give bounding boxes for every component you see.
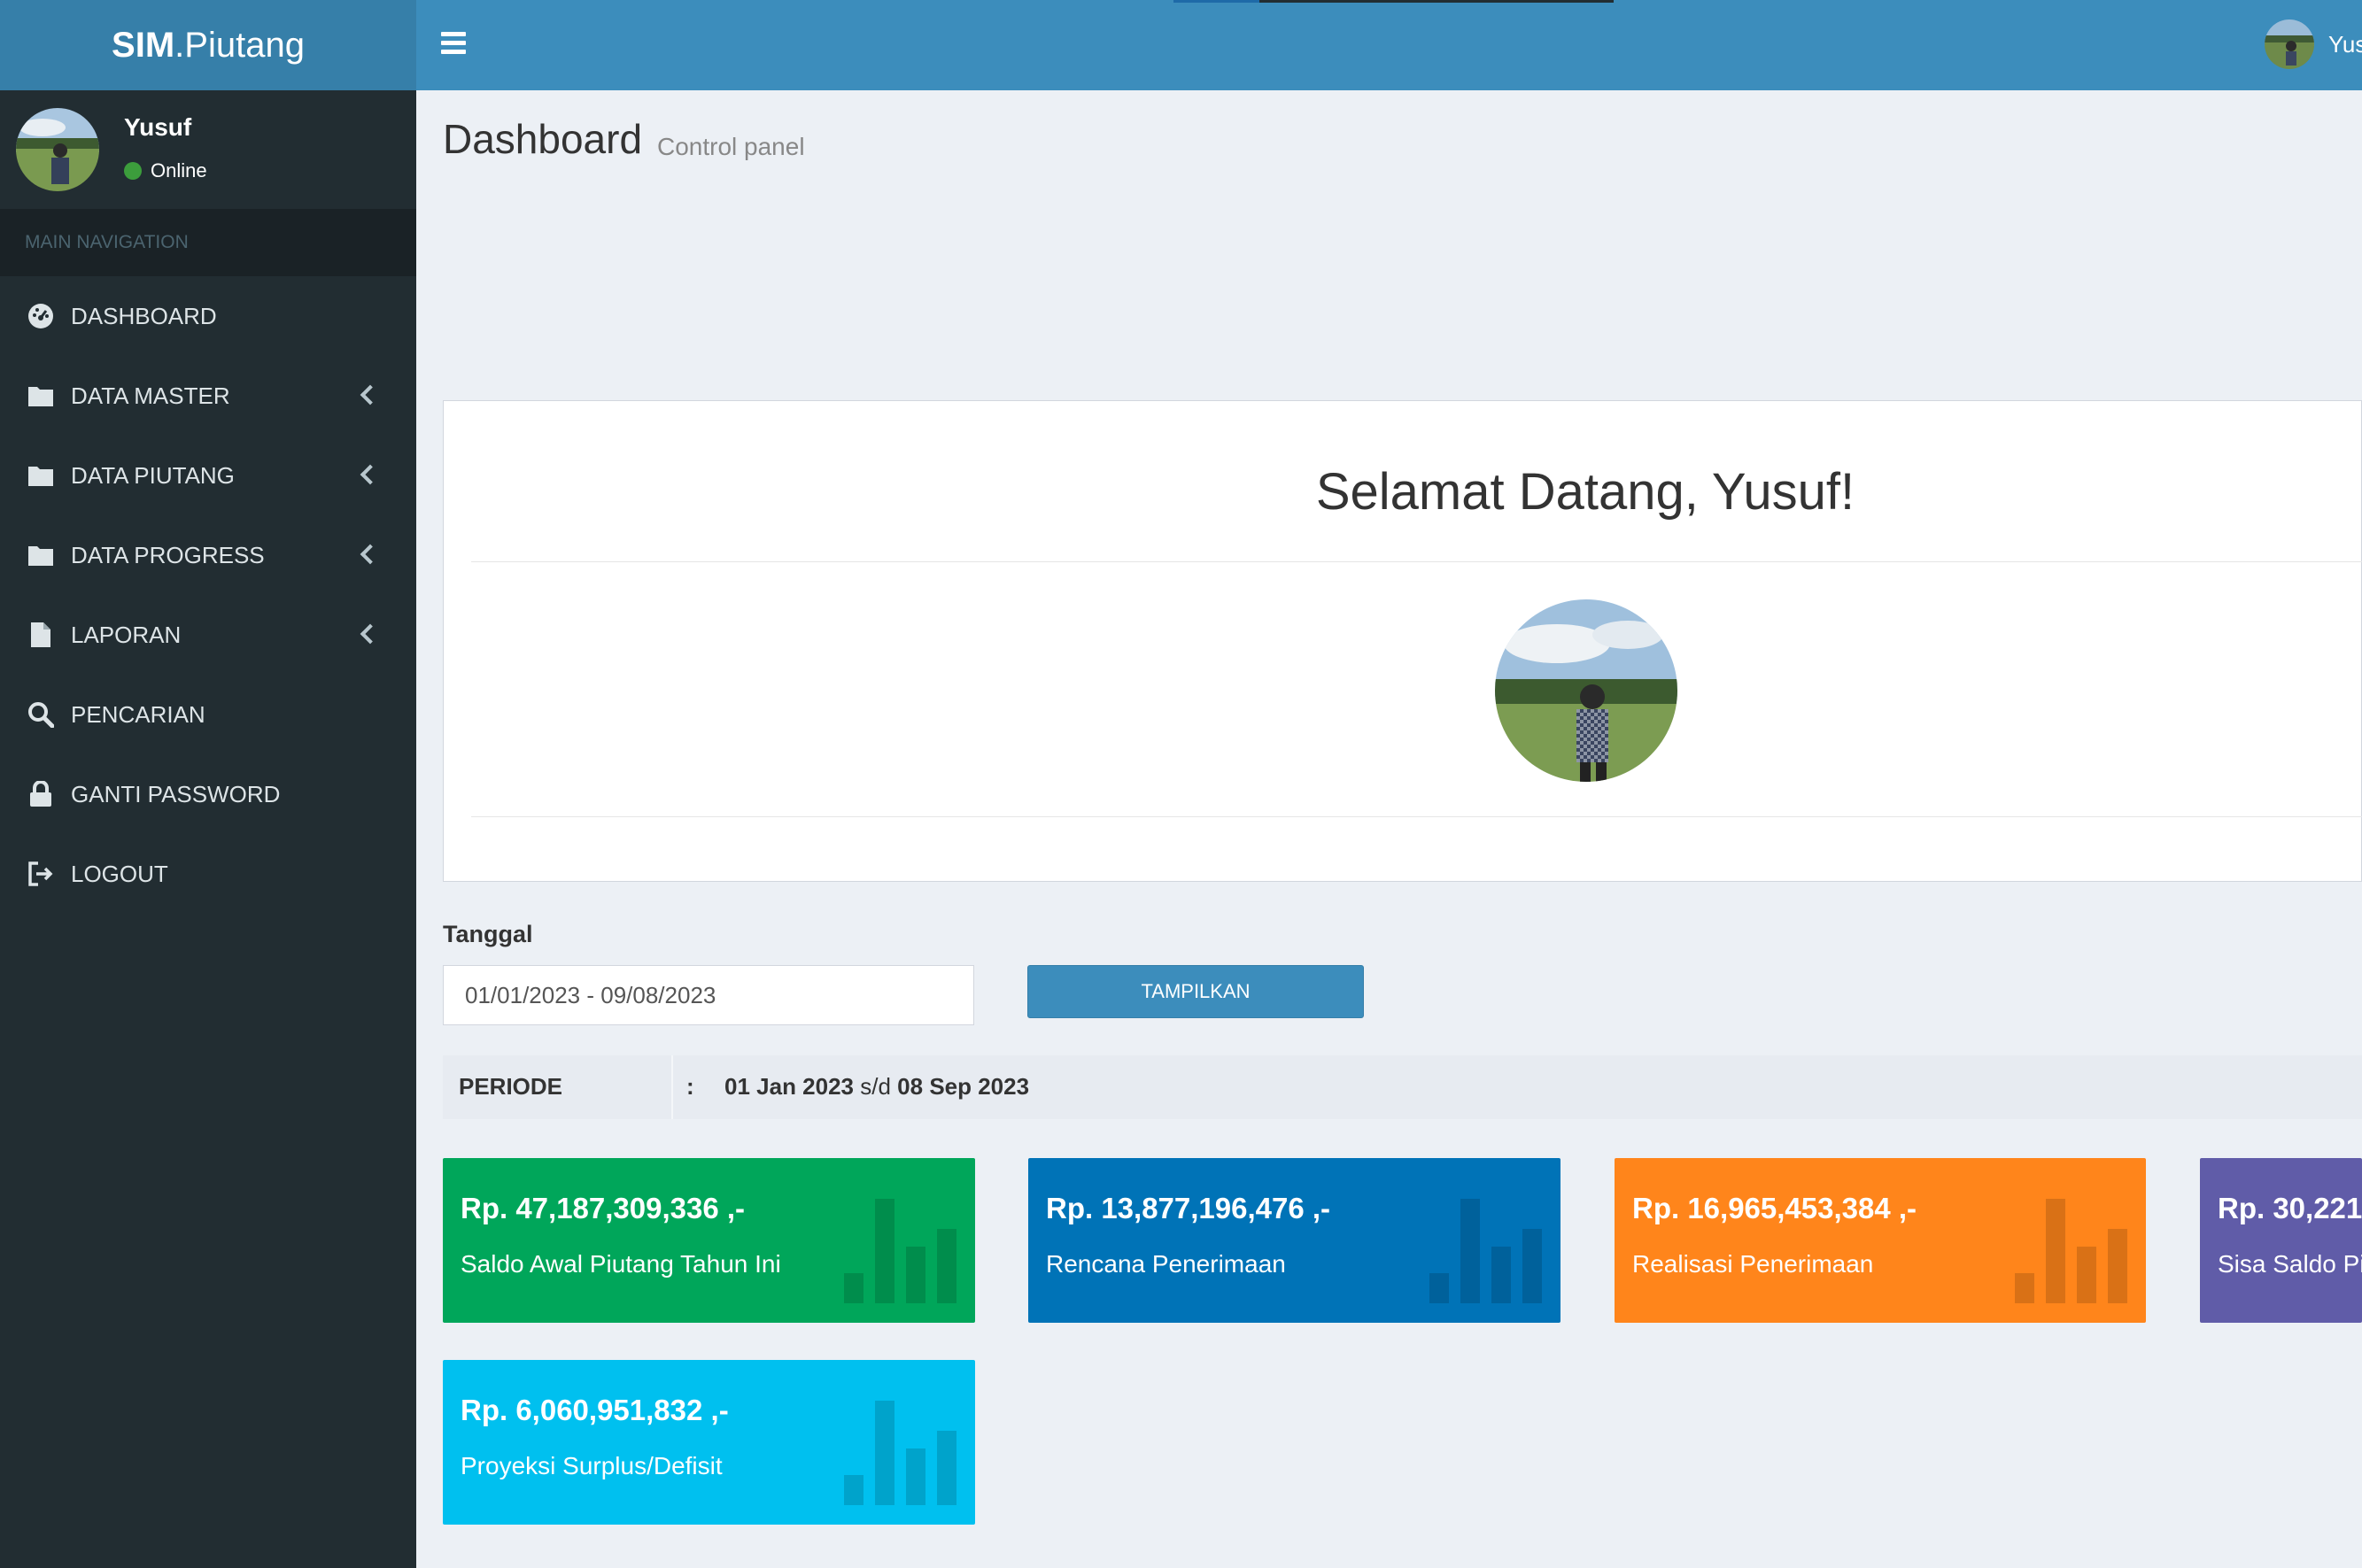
top-navbar: Yus: [416, 0, 2362, 90]
lock-icon: [27, 780, 55, 808]
logout-icon: [27, 860, 55, 888]
page-title: Dashboard: [443, 116, 643, 162]
sidebar-item-label: DASHBOARD: [71, 302, 217, 329]
bar-chart-icon: [844, 1401, 957, 1505]
sidebar-item-label: DATA PIUTANG: [71, 461, 235, 489]
welcome-avatar: [1495, 599, 1677, 782]
periode-row: PERIODE : 01 Jan 2023 s/d 08 Sep 2023: [443, 1055, 2362, 1119]
periode-label: PERIODE: [459, 1073, 563, 1100]
sidebar-item-dashboard[interactable]: DASHBOARD: [0, 276, 416, 356]
sidebar-toggle-icon[interactable]: [441, 32, 466, 55]
chevron-left-icon: [360, 623, 381, 645]
sidebar: Yusuf Online MAIN NAVIGATION DASHBOARD D…: [0, 90, 416, 1568]
top-accent-line-dark: [1259, 0, 1614, 3]
page-subtitle: Control panel: [657, 133, 805, 160]
card-amount: Rp. 6,060,951,832 ,-: [461, 1394, 729, 1426]
sidebar-item-label: DATA PROGRESS: [71, 541, 265, 568]
periode-colon: :: [686, 1073, 694, 1100]
card-sisa-saldo: Rp. 30,221 Sisa Saldo Pi: [2200, 1158, 2362, 1323]
sidebar-item-data-piutang[interactable]: DATA PIUTANG: [0, 436, 416, 515]
date-range-label: Tanggal: [443, 921, 533, 947]
sidebar-item-label: GANTI PASSWORD: [71, 780, 281, 807]
divider: [471, 561, 2362, 562]
periode-divider: [671, 1055, 673, 1119]
chevron-left-icon: [360, 384, 381, 406]
user-avatar: [16, 108, 99, 191]
user-name: Yusuf: [124, 113, 192, 141]
card-amount: Rp. 30,221: [2218, 1192, 2362, 1224]
bar-chart-icon: [1429, 1199, 1543, 1303]
sidebar-item-data-master[interactable]: DATA MASTER: [0, 356, 416, 436]
navbar-user-name: Yus: [2328, 30, 2362, 58]
card-realisasi-penerimaan: Rp. 16,965,453,384 ,- Realisasi Penerima…: [1615, 1158, 2146, 1323]
user-status-text: Online: [151, 159, 207, 182]
divider: [471, 816, 2362, 817]
card-label: Rencana Penerimaan: [1046, 1250, 1286, 1278]
top-accent-line: [1173, 0, 1262, 3]
dashboard-icon: [27, 302, 55, 330]
card-proyeksi-surplus: Rp. 6,060,951,832 ,- Proyeksi Surplus/De…: [443, 1360, 975, 1525]
bar-chart-icon: [844, 1199, 957, 1303]
show-button[interactable]: TAMPILKAN: [1027, 965, 1364, 1018]
chevron-left-icon: [360, 544, 381, 565]
sidebar-item-label: LAPORAN: [71, 621, 182, 648]
card-label: Realisasi Penerimaan: [1632, 1250, 1874, 1278]
app-logo[interactable]: SIM .Piutang: [0, 0, 416, 90]
search-icon: [27, 700, 55, 729]
card-saldo-awal: Rp. 47,187,309,336 ,- Saldo Awal Piutang…: [443, 1158, 975, 1323]
folder-icon: [27, 461, 55, 490]
user-panel: Yusuf Online: [0, 90, 416, 209]
periode-end: 08 Sep 2023: [897, 1073, 1030, 1100]
file-icon: [27, 621, 55, 649]
sidebar-item-ganti-password[interactable]: GANTI PASSWORD: [0, 754, 416, 834]
card-label: Sisa Saldo Pi: [2218, 1250, 2362, 1278]
sidebar-item-laporan[interactable]: LAPORAN: [0, 595, 416, 675]
card-label: Proyeksi Surplus/Defisit: [461, 1452, 723, 1479]
date-range-input[interactable]: [443, 965, 974, 1025]
sidebar-menu: DASHBOARD DATA MASTER DATA PIUTANG DATA …: [0, 276, 416, 914]
card-label: Saldo Awal Piutang Tahun Ini: [461, 1250, 781, 1278]
user-status: Online: [124, 159, 207, 182]
card-amount: Rp. 13,877,196,476 ,-: [1046, 1192, 1331, 1224]
welcome-title: Selamat Datang, Yusuf!: [1315, 463, 1855, 521]
logo-rest: .Piutang: [174, 25, 305, 65]
card-rencana-penerimaan: Rp. 13,877,196,476 ,- Rencana Penerimaan: [1028, 1158, 1560, 1323]
sidebar-item-label: PENCARIAN: [71, 700, 205, 728]
sidebar-item-logout[interactable]: LOGOUT: [0, 834, 416, 914]
navbar-user-menu[interactable]: Yus: [2265, 19, 2362, 69]
sidebar-item-label: DATA MASTER: [71, 382, 230, 409]
periode-start: 01 Jan 2023: [724, 1073, 855, 1100]
card-amount: Rp. 16,965,453,384 ,-: [1632, 1192, 1917, 1224]
online-status-dot: [124, 162, 142, 180]
sidebar-item-pencarian[interactable]: PENCARIAN: [0, 675, 416, 754]
folder-icon: [27, 382, 55, 410]
periode-value: 01 Jan 2023 s/d 08 Sep 2023: [724, 1073, 1029, 1101]
card-amount: Rp. 47,187,309,336 ,-: [461, 1192, 746, 1224]
sidebar-item-data-progress[interactable]: DATA PROGRESS: [0, 515, 416, 595]
logo-bold: SIM: [112, 25, 175, 65]
sidebar-item-label: LOGOUT: [71, 860, 168, 887]
chevron-left-icon: [360, 464, 381, 485]
nav-header: MAIN NAVIGATION: [0, 209, 416, 276]
navbar-avatar: [2265, 19, 2314, 69]
periode-separator: s/d: [860, 1073, 891, 1100]
bar-chart-icon: [2015, 1199, 2128, 1303]
folder-icon: [27, 541, 55, 569]
